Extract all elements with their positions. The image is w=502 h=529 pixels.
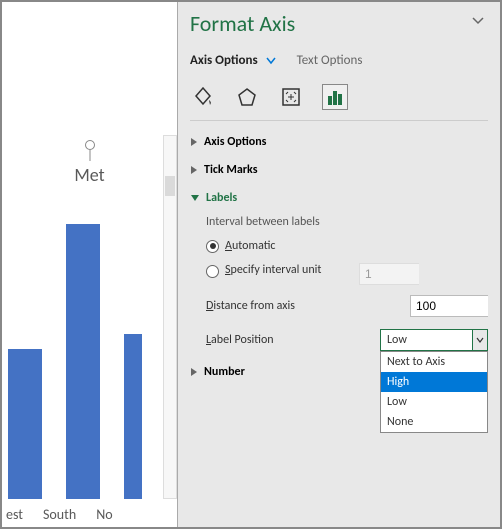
radio-icon[interactable] xyxy=(206,265,219,278)
option-high[interactable]: High xyxy=(381,372,487,392)
chart-title-handle[interactable] xyxy=(85,140,95,150)
labels-body: Interval between labels Automatic Specif… xyxy=(190,215,488,351)
radio-icon[interactable] xyxy=(206,240,219,253)
tab-axis-options[interactable]: Axis Options xyxy=(190,53,280,68)
scrollbar[interactable] xyxy=(163,135,177,499)
option-low[interactable]: Low xyxy=(381,392,487,412)
axis-options-icon[interactable] xyxy=(322,84,348,110)
scrollbar-thumb[interactable] xyxy=(165,176,175,196)
bar[interactable] xyxy=(66,224,100,499)
chart-title-connector xyxy=(89,150,90,161)
tab-text-options[interactable]: Text Options xyxy=(297,53,363,68)
axis-label: South xyxy=(43,506,76,523)
radio-specify-interval[interactable]: Specify interval unit xyxy=(206,263,488,285)
triangle-down-icon xyxy=(190,194,200,202)
section-labels[interactable]: Labels xyxy=(190,191,488,205)
axis-labels: est South No xyxy=(2,506,177,523)
option-next-to-axis[interactable]: Next to Axis xyxy=(381,352,487,372)
chart-area[interactable]: Met est South No xyxy=(2,2,178,527)
format-axis-pane: Format Axis Axis Options Text Options xyxy=(178,2,500,527)
chevron-down-icon xyxy=(266,57,276,65)
interval-between-labels: Interval between labels xyxy=(206,215,488,229)
chart-title[interactable]: Met xyxy=(2,164,177,186)
bar[interactable] xyxy=(124,334,142,499)
size-properties-icon[interactable] xyxy=(278,84,304,110)
triangle-right-icon xyxy=(190,137,198,147)
triangle-right-icon xyxy=(190,367,198,377)
section-tick-marks[interactable]: Tick Marks xyxy=(190,163,488,177)
label-position-label: Label Position xyxy=(206,333,380,347)
label-position-list: Next to Axis High Low None xyxy=(380,351,488,433)
pane-title: Format Axis xyxy=(190,10,488,37)
pane-menu-icon[interactable] xyxy=(472,16,484,26)
specify-interval-input[interactable] xyxy=(359,263,419,285)
bar[interactable] xyxy=(8,349,42,499)
fill-line-icon[interactable] xyxy=(190,84,216,110)
section-axis-options[interactable]: Axis Options xyxy=(190,135,488,149)
format-icon-row xyxy=(190,84,488,110)
effects-icon[interactable] xyxy=(234,84,260,110)
chevron-down-icon[interactable] xyxy=(472,329,488,351)
divider xyxy=(190,120,488,121)
triangle-right-icon xyxy=(190,165,198,175)
radio-automatic[interactable]: Automatic xyxy=(206,239,488,253)
label-position-dropdown[interactable]: Low Next to Axis High Low None xyxy=(380,329,488,351)
distance-from-axis-input[interactable] xyxy=(410,295,488,317)
option-none[interactable]: None xyxy=(381,412,487,432)
axis-label: est xyxy=(6,506,23,523)
distance-from-axis-label: Distance from axis xyxy=(206,299,410,313)
pane-tabs: Axis Options Text Options xyxy=(190,53,488,68)
chart-bars[interactable] xyxy=(2,189,167,499)
axis-label: No xyxy=(96,506,112,523)
